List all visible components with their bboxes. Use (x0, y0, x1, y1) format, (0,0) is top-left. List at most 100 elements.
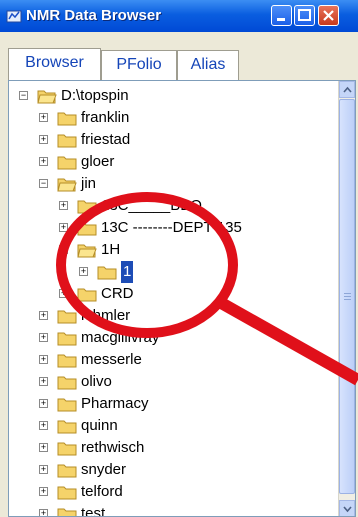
expand-icon[interactable]: + (39, 421, 48, 430)
tree-node[interactable]: + franklin (9, 107, 339, 129)
folder-icon (57, 110, 77, 126)
folder-icon (57, 374, 77, 390)
tree-node-label[interactable]: Pharmacy (81, 393, 149, 415)
open-folder-icon (37, 88, 57, 104)
title-bar[interactable]: NMR Data Browser (0, 0, 358, 32)
file-tree: − D:\topspin + franklin + friestad + gloer − jin +… (9, 81, 341, 516)
tree-node-label[interactable]: franklin (81, 107, 129, 129)
chevron-down-icon (343, 506, 352, 513)
tree-node-label[interactable]: 1 (121, 261, 134, 283)
tree-node[interactable]: + snyder (9, 459, 339, 481)
tab-browser[interactable]: Browser (8, 48, 101, 80)
maximize-icon (298, 9, 311, 21)
tree-node[interactable]: + macgillivray (9, 327, 339, 349)
scroll-up-button[interactable] (339, 81, 355, 98)
tree-node-label[interactable]: rethwisch (81, 437, 144, 459)
browser-panel: − D:\topspin + franklin + friestad + gloer − jin +… (8, 80, 356, 517)
close-button[interactable] (318, 5, 339, 26)
collapse-icon[interactable]: − (19, 91, 28, 100)
folder-icon (57, 154, 77, 170)
tree-node-label[interactable]: olivo (81, 371, 112, 393)
tree-node[interactable]: + CRD (9, 283, 339, 305)
tree-node-label[interactable]: lehmler (81, 305, 130, 327)
folder-icon (57, 308, 77, 324)
chevron-up-icon (343, 86, 352, 93)
expand-icon[interactable]: + (79, 267, 88, 276)
folder-icon (77, 286, 97, 302)
tree-node[interactable]: + gloer (9, 151, 339, 173)
collapse-icon[interactable]: − (39, 179, 48, 188)
tree-node-label[interactable]: test (81, 503, 105, 516)
tree-node-label[interactable]: CRD (101, 283, 134, 305)
tree-root[interactable]: − D:\topspin (9, 85, 339, 107)
tree-node-label[interactable]: 13C --------DEPT-135 (101, 217, 242, 239)
collapse-icon[interactable]: − (59, 245, 68, 254)
scroll-down-button[interactable] (339, 500, 355, 516)
tree-node[interactable]: − 1H (9, 239, 339, 261)
tree-node-label[interactable]: friestad (81, 129, 130, 151)
expand-icon[interactable]: + (59, 289, 68, 298)
expand-icon[interactable]: + (39, 399, 48, 408)
tree-node[interactable]: +1 (9, 261, 339, 283)
nmr-data-browser-window: NMR Data Browser Browser PFolio Alias − D… (0, 0, 358, 517)
folder-icon (57, 484, 77, 500)
folder-icon (57, 396, 77, 412)
tree-node-label[interactable]: 13C_____BBO (101, 195, 202, 217)
vertical-scrollbar[interactable] (338, 81, 355, 516)
expand-icon[interactable]: + (39, 333, 48, 342)
tree-node[interactable]: + friestad (9, 129, 339, 151)
tree-node-label[interactable]: macgillivray (81, 327, 159, 349)
expand-icon[interactable]: + (39, 135, 48, 144)
folder-icon (57, 330, 77, 346)
tree-node-label[interactable]: quinn (81, 415, 118, 437)
expand-icon[interactable]: + (39, 157, 48, 166)
tree-node-label[interactable]: telford (81, 481, 123, 503)
tab-pfolio[interactable]: PFolio (101, 50, 177, 80)
folder-icon (77, 220, 97, 236)
tree-node[interactable]: + telford (9, 481, 339, 503)
expand-icon[interactable]: + (39, 465, 48, 474)
tree-node[interactable]: +13C_____BBO (9, 195, 339, 217)
tree-node[interactable]: +13C --------DEPT-135 (9, 217, 339, 239)
open-folder-icon (57, 176, 77, 192)
tree-node-label[interactable]: D:\topspin (61, 85, 129, 107)
expand-icon[interactable]: + (39, 113, 48, 122)
tree-node[interactable]: − jin (9, 173, 339, 195)
tree-node[interactable]: + rethwisch (9, 437, 339, 459)
tree-node[interactable]: + lehmler (9, 305, 339, 327)
tab-alias[interactable]: Alias (177, 50, 239, 80)
maximize-button[interactable] (294, 5, 315, 26)
expand-icon[interactable]: + (39, 377, 48, 386)
tree-node-label[interactable]: jin (81, 173, 96, 195)
folder-icon (57, 440, 77, 456)
folder-icon (57, 506, 77, 516)
expand-icon[interactable]: + (59, 201, 68, 210)
scroll-thumb[interactable] (339, 99, 355, 494)
expand-icon[interactable]: + (39, 443, 48, 452)
tree-node-label[interactable]: gloer (81, 151, 114, 173)
folder-icon (97, 264, 117, 280)
close-icon (323, 10, 334, 21)
tree-node[interactable]: + olivo (9, 371, 339, 393)
folder-icon (57, 418, 77, 434)
minimize-icon (277, 18, 285, 21)
expand-icon[interactable]: + (39, 355, 48, 364)
tree-node-label[interactable]: messerle (81, 349, 142, 371)
app-icon (6, 10, 22, 23)
tree-node[interactable]: + quinn (9, 415, 339, 437)
expand-icon[interactable]: + (39, 509, 48, 516)
tree-node-label[interactable]: snyder (81, 459, 126, 481)
tree-node[interactable]: + messerle (9, 349, 339, 371)
tree-node[interactable]: + test (9, 503, 339, 516)
folder-icon (57, 352, 77, 368)
tree-node[interactable]: + Pharmacy (9, 393, 339, 415)
expand-icon[interactable]: + (59, 223, 68, 232)
folder-icon (57, 462, 77, 478)
folder-icon (57, 132, 77, 148)
folder-icon (77, 198, 97, 214)
expand-icon[interactable]: + (39, 311, 48, 320)
minimize-button[interactable] (271, 5, 292, 26)
tree-node-label[interactable]: 1H (101, 239, 120, 261)
window-title: NMR Data Browser (26, 7, 162, 24)
expand-icon[interactable]: + (39, 487, 48, 496)
